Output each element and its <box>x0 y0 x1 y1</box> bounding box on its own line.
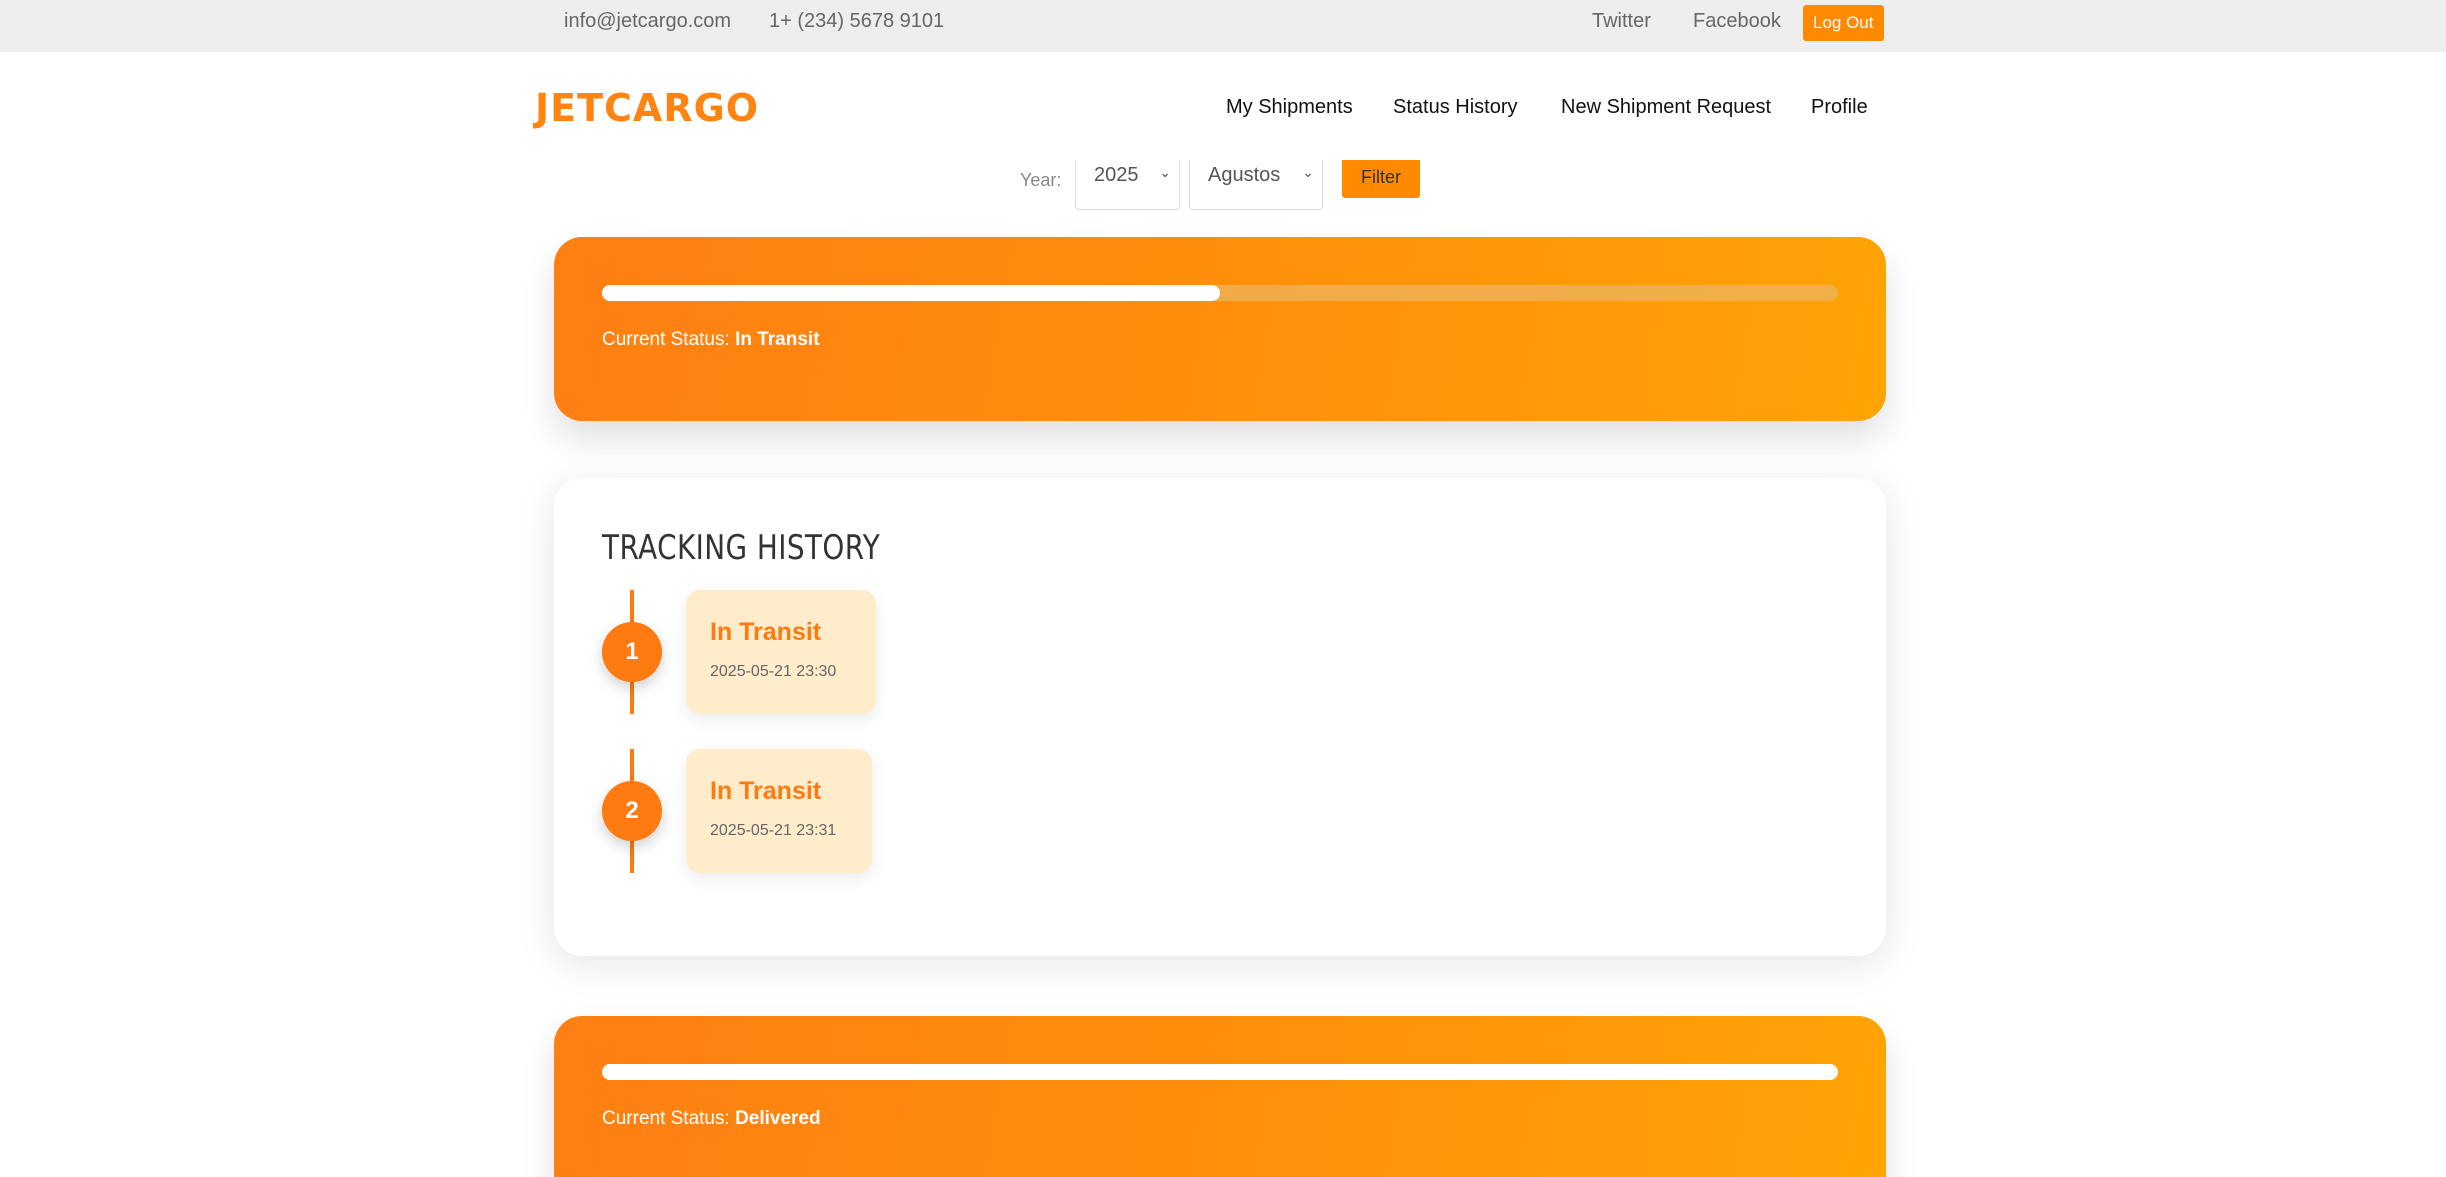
nav-profile[interactable]: Profile <box>1811 96 1868 119</box>
timeline-step-number: 2 <box>602 781 662 841</box>
main-content: Year: 2025 ⌄ Agustos ⌄ Filter Current St… <box>0 160 2446 1177</box>
progress-fill <box>602 1064 1838 1080</box>
current-status-label: Current Status: <box>602 329 730 350</box>
nav-new-shipment-request[interactable]: New Shipment Request <box>1561 96 1771 119</box>
event-time: 2025-05-21 23:30 <box>710 663 837 680</box>
top-bar: info@jetcargo.com 1+ (234) 5678 9101 Twi… <box>0 0 2446 53</box>
timeline-event-box: In Transit 2025-05-21 23:30 <box>686 590 876 714</box>
current-status-value: In Transit <box>735 329 820 350</box>
timeline-event-box: In Transit 2025-05-21 23:31 <box>686 749 872 873</box>
timeline-item: 2 In Transit 2025-05-21 23:31 <box>602 749 1002 873</box>
contact-phone[interactable]: 1+ (234) 5678 9101 <box>769 0 944 42</box>
logo[interactable]: JETCARGO <box>535 86 759 130</box>
facebook-link[interactable]: Facebook <box>1693 0 1781 42</box>
twitter-link[interactable]: Twitter <box>1592 0 1651 42</box>
current-status: Current Status: In Transit <box>602 329 820 351</box>
current-status-label: Current Status: <box>602 1108 730 1129</box>
nav-status-history[interactable]: Status History <box>1393 96 1517 119</box>
month-select-value: Agustos <box>1208 164 1281 186</box>
current-status-value: Delivered <box>735 1108 821 1129</box>
shipment-status-card: Current Status: In Transit <box>554 237 1886 421</box>
tracking-history-card: TRACKING HISTORY 1 In Transit 2025-05-21… <box>554 478 1886 956</box>
filter-button[interactable]: Filter <box>1342 160 1420 198</box>
chevron-down-icon: ⌄ <box>1302 164 1314 180</box>
shipment-status-card: Current Status: Delivered <box>554 1016 1886 1177</box>
timeline-step-number: 1 <box>602 622 662 682</box>
progress-bar <box>602 1064 1838 1080</box>
nav-my-shipments[interactable]: My Shipments <box>1226 96 1353 119</box>
timeline-item: 1 In Transit 2025-05-21 23:30 <box>602 590 1002 714</box>
progress-fill <box>602 285 1220 301</box>
progress-bar <box>602 285 1838 301</box>
month-select[interactable]: Agustos ⌄ <box>1189 160 1323 210</box>
year-select[interactable]: 2025 ⌄ <box>1075 160 1180 210</box>
site-header: JETCARGO My Shipments Status History New… <box>0 52 2446 170</box>
year-select-value: 2025 <box>1094 164 1139 186</box>
logout-button[interactable]: Log Out <box>1803 5 1884 41</box>
event-status: In Transit <box>710 618 822 646</box>
tracking-history-title: TRACKING HISTORY <box>602 528 881 568</box>
chevron-down-icon: ⌄ <box>1159 164 1171 180</box>
event-time: 2025-05-21 23:31 <box>710 822 837 839</box>
current-status: Current Status: Delivered <box>602 1108 821 1130</box>
year-label: Year: <box>1020 170 1062 190</box>
event-status: In Transit <box>710 777 822 805</box>
contact-email[interactable]: info@jetcargo.com <box>564 0 731 42</box>
